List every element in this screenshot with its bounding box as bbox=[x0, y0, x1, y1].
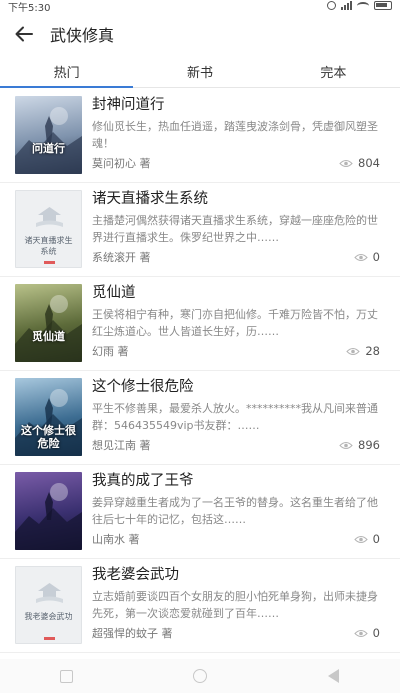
book-description: 姜异穿越重生者成为了一名王爷的替身。这名重生者给了他往后七十年的记忆，包括这…… bbox=[92, 496, 378, 526]
book-info: 诸天直播求生系统主播楚河偶然获得诸天直播求生系统，穿越一座座危险的世界进行直播求… bbox=[92, 189, 380, 246]
eye-icon bbox=[339, 441, 353, 449]
alarm-icon bbox=[327, 1, 336, 10]
tab-finished[interactable]: 完本 bbox=[267, 56, 400, 87]
view-count-value: 0 bbox=[372, 250, 380, 264]
view-count-value: 0 bbox=[372, 532, 380, 546]
book-info: 这个修士很危险平生不修善果，最爱杀人放火。**********我从凡间来普通群：… bbox=[92, 377, 380, 434]
placeholder-book-icon bbox=[36, 583, 63, 640]
system-nav-bar bbox=[0, 659, 400, 693]
cover-title: 问道行 bbox=[32, 142, 65, 155]
triangle-back-icon bbox=[327, 669, 339, 683]
book-description: 平生不修善果，最爱杀人放火。**********我从凡间来普通群：5464355… bbox=[92, 402, 378, 432]
cover-title: 我老婆会武功 bbox=[24, 612, 73, 621]
book-author: 系统滚开 著 bbox=[92, 251, 151, 264]
category-tabs: 热门 新书 完本 bbox=[0, 56, 400, 88]
battery-icon bbox=[374, 1, 392, 10]
view-count: 28 bbox=[346, 344, 380, 358]
cover-art bbox=[15, 483, 82, 550]
book-cover[interactable]: 我老婆会武功 bbox=[15, 566, 82, 644]
view-count-value: 0 bbox=[372, 626, 380, 640]
book-author: 想见江南 著 bbox=[92, 439, 151, 452]
book-item[interactable]: 我老婆会武功 我老婆会武功 立志婚前要谈四百个女朋友的胆小怕死单身狗，出师未捷身先死… bbox=[0, 559, 400, 653]
book-meta: 超强悍的蚊子 著 0 bbox=[92, 625, 380, 641]
cover-title: 这个修士很危险 bbox=[21, 424, 76, 450]
book-meta: 山南水 著 0 bbox=[92, 531, 380, 547]
status-bar: 下午5:30 bbox=[0, 0, 400, 14]
book-list: 问道行 封神问道行修仙觅长生，热血任逍遥，踏莲曳波涤剑骨，凭虚御风塑圣魂！ 莫问初心… bbox=[0, 89, 400, 659]
book-description: 修仙觅长生，热血任逍遥，踏莲曳波涤剑骨，凭虚御风塑圣魂！ bbox=[92, 120, 378, 150]
book-cover[interactable]: 觅仙道 bbox=[15, 284, 82, 362]
book-info: 我老婆会武功立志婚前要谈四百个女朋友的胆小怕死单身狗，出师未捷身先死，第一次谈恋… bbox=[92, 565, 380, 622]
view-count-value: 28 bbox=[365, 344, 380, 358]
system-back-button[interactable] bbox=[313, 663, 353, 689]
arrow-left-icon bbox=[15, 26, 33, 42]
view-count: 0 bbox=[353, 250, 380, 264]
signal-icon bbox=[341, 1, 352, 10]
book-author: 莫问初心 著 bbox=[92, 157, 151, 170]
book-cover[interactable]: 这个修士很危险 bbox=[15, 378, 82, 456]
status-icons bbox=[327, 0, 392, 11]
book-meta: 想见江南 著 896 bbox=[92, 437, 380, 453]
book-title[interactable]: 我老婆会武功 bbox=[92, 565, 380, 585]
tab-hot[interactable]: 热门 bbox=[0, 56, 134, 88]
book-info: 封神问道行修仙觅长生，热血任逍遥，踏莲曳波涤剑骨，凭虚御风塑圣魂！ bbox=[92, 95, 380, 152]
book-meta: 幻雨 著 28 bbox=[92, 343, 380, 359]
back-button[interactable] bbox=[0, 12, 48, 56]
book-title[interactable]: 觅仙道 bbox=[92, 283, 380, 303]
book-description: 立志婚前要谈四百个女朋友的胆小怕死单身狗，出师未捷身先死，第一次谈恋爱就碰到了百… bbox=[92, 590, 378, 620]
view-count: 0 bbox=[353, 626, 380, 640]
book-item[interactable]: 觅仙道 觅仙道 王侯将相宁有种，寒门亦自把仙修。千难万险皆不怕，万丈红尘炼道心。世人… bbox=[0, 277, 400, 371]
book-meta: 莫问初心 著 804 bbox=[92, 155, 380, 171]
view-count: 804 bbox=[339, 156, 380, 170]
view-count: 896 bbox=[339, 438, 380, 452]
home-button[interactable] bbox=[180, 663, 220, 689]
book-title[interactable]: 封神问道行 bbox=[92, 95, 380, 115]
cover-title: 觅仙道 bbox=[32, 330, 65, 343]
book-item[interactable]: 这个修士很危险 这个修士很危险 平生不修善果，最爱杀人放火。**********我从… bbox=[0, 371, 400, 465]
book-item[interactable]: 诸天直播求生系统 诸天直播求生系统 主播楚河偶然获得诸天直播求生系统，穿越一座座危险… bbox=[0, 183, 400, 277]
book-info: 我真的成了王爷姜异穿越重生者成为了一名王爷的替身。这名重生者给了他往后七十年的记… bbox=[92, 471, 380, 528]
book-cover[interactable]: 诸天直播求生系统 bbox=[15, 190, 82, 268]
page-title: 武侠修真 bbox=[50, 26, 115, 45]
tab-new[interactable]: 新书 bbox=[133, 56, 266, 87]
book-title[interactable]: 诸天直播求生系统 bbox=[92, 189, 380, 209]
book-author: 山南水 著 bbox=[92, 533, 140, 546]
square-icon bbox=[60, 669, 74, 683]
view-count-value: 896 bbox=[358, 438, 380, 452]
eye-icon bbox=[353, 253, 368, 261]
eye-icon bbox=[339, 159, 353, 167]
view-count-value: 804 bbox=[358, 156, 380, 170]
view-count: 0 bbox=[353, 532, 380, 546]
book-description: 王侯将相宁有种，寒门亦自把仙修。千难万险皆不怕，万丈红尘炼道心。世人皆道长生好，… bbox=[92, 308, 378, 338]
eye-icon bbox=[346, 347, 361, 355]
book-author: 幻雨 著 bbox=[92, 345, 129, 358]
recent-apps-button[interactable] bbox=[47, 663, 87, 689]
wifi-icon bbox=[357, 1, 369, 10]
cover-title: 诸天直播求生系统 bbox=[24, 236, 73, 256]
app-bar: 武侠修真 bbox=[0, 12, 400, 56]
book-cover[interactable] bbox=[15, 472, 82, 550]
book-item[interactable]: 问道行 封神问道行修仙觅长生，热血任逍遥，踏莲曳波涤剑骨，凭虚御风塑圣魂！ 莫问初心… bbox=[0, 89, 400, 183]
circle-icon bbox=[192, 669, 207, 683]
book-author: 超强悍的蚊子 著 bbox=[92, 627, 173, 640]
book-item[interactable]: 我真的成了王爷姜异穿越重生者成为了一名王爷的替身。这名重生者给了他往后七十年的记… bbox=[0, 465, 400, 559]
book-description: 主播楚河偶然获得诸天直播求生系统，穿越一座座危险的世界进行直播求生。侏罗纪世界之… bbox=[92, 214, 378, 244]
book-title[interactable]: 我真的成了王爷 bbox=[92, 471, 380, 491]
book-cover[interactable]: 问道行 bbox=[15, 96, 82, 174]
book-title[interactable]: 这个修士很危险 bbox=[92, 377, 380, 397]
book-info: 觅仙道王侯将相宁有种，寒门亦自把仙修。千难万险皆不怕，万丈红尘炼道心。世人皆道长… bbox=[92, 283, 380, 340]
book-meta: 系统滚开 著 0 bbox=[92, 249, 380, 265]
eye-icon bbox=[353, 535, 368, 543]
eye-icon bbox=[353, 629, 368, 637]
